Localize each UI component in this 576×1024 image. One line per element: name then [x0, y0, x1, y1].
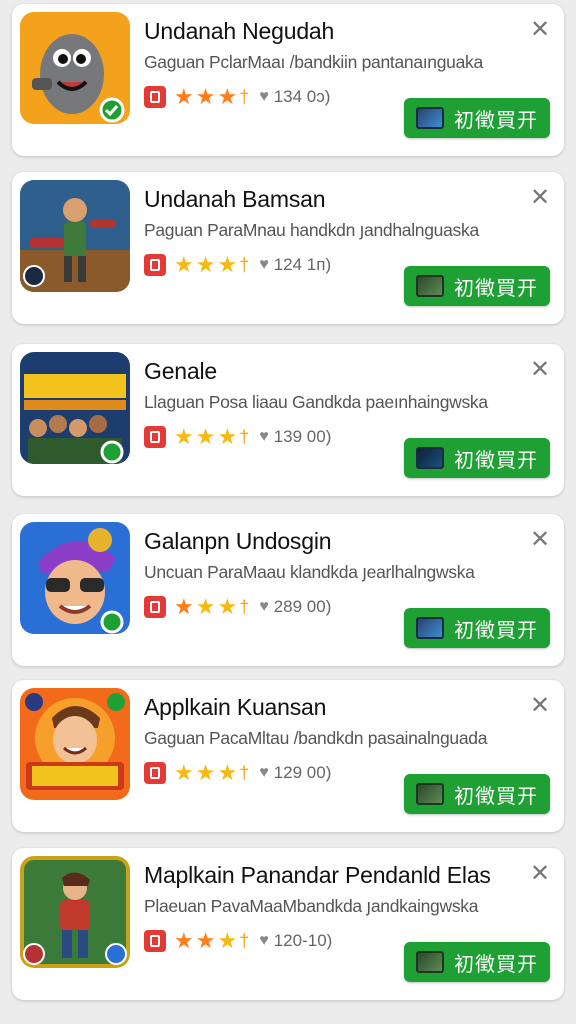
app-meta: ★ ★ ★ † ♥ 120-10) [144, 928, 332, 954]
star-icon: ★ [217, 424, 238, 449]
install-label: 初徵買开 [454, 449, 538, 472]
half-star-icon: † [239, 930, 250, 951]
star-icon: ★ [217, 252, 238, 277]
star-icon: ★ [174, 594, 194, 619]
app-subtitle: Uncuan ParaMaau klandkda յearlhalngwska [144, 562, 475, 582]
star-icon: ★ [195, 252, 216, 277]
screen-icon [416, 447, 444, 469]
star-icon: ★ [217, 84, 238, 109]
app-title: Applkain Kuansan [144, 694, 327, 720]
action-hero-icon[interactable] [20, 856, 130, 968]
review-count: 289 00) [273, 597, 332, 616]
star-icon: ★ [195, 760, 216, 785]
star-icon: ★ [174, 928, 194, 953]
app-title: Galanpn Undosgin [144, 528, 332, 554]
star-icon: ★ [174, 84, 194, 109]
heart-icon: ♥ [259, 764, 269, 781]
screen-icon [416, 951, 444, 973]
app-card[interactable]: Undanah Bamsan Paguan ParaMnau handkdn յ… [12, 172, 564, 324]
app-subtitle: Paguan ParaMnau handkdn յandhalnguaska [144, 220, 479, 240]
heart-icon: ♥ [259, 256, 269, 273]
star-icon: ★ [217, 928, 238, 953]
review-count: 124 1п) [273, 255, 332, 274]
app-title: Undanah Negudah [144, 18, 335, 44]
app-title: Maplkain Panandar Pendanld Elas [144, 862, 491, 888]
close-icon[interactable]: ✕ [526, 356, 554, 384]
close-icon[interactable]: ✕ [526, 16, 554, 44]
grey-monster-icon[interactable] [20, 12, 130, 124]
screen-icon [416, 617, 444, 639]
half-star-icon: † [239, 426, 250, 447]
install-label: 初徵買开 [454, 109, 538, 132]
cartoon-boy-icon[interactable] [20, 688, 130, 800]
review-count: 120-10) [273, 931, 333, 950]
install-button[interactable]: 初徵買开 [404, 438, 550, 478]
app-list: Undanah Negudah Gaguan PclarMaaı /bandki… [0, 0, 576, 1024]
star-icon: ★ [217, 594, 238, 619]
review-count: 139 00) [273, 427, 332, 446]
rating-badge-icon [144, 762, 166, 784]
install-button[interactable]: 初徵買开 [404, 608, 550, 648]
review-count: 134 0ɔ) [273, 87, 331, 106]
heart-icon: ♥ [259, 598, 269, 615]
app-title: Undanah Bamsan [144, 186, 326, 212]
star-icon: ★ [195, 84, 216, 109]
rating-badge-icon [144, 426, 166, 448]
app-subtitle: Gaguan PacaMltau /bandkdn pasainalnguada [144, 728, 488, 748]
soldier-hero-icon[interactable] [20, 180, 130, 292]
screen-icon [416, 783, 444, 805]
install-button[interactable]: 初徵買开 [404, 942, 550, 982]
app-subtitle: Plaeuan PavaMaaMbandkda յandkaingwska [144, 896, 479, 916]
app-meta: ★ ★ ★ † ♥ 139 00) [144, 424, 331, 450]
close-icon[interactable]: ✕ [526, 860, 554, 888]
heart-icon: ♥ [259, 932, 269, 949]
install-button[interactable]: 初徵買开 [404, 98, 550, 138]
install-button[interactable]: 初徵買开 [404, 774, 550, 814]
star-icon: ★ [195, 594, 216, 619]
rating-badge-icon [144, 86, 166, 108]
install-label: 初徵買开 [454, 785, 538, 808]
screen-icon [416, 275, 444, 297]
install-label: 初徵買开 [454, 619, 538, 642]
heart-icon: ♥ [259, 428, 269, 445]
review-count: 129 00) [273, 763, 332, 782]
app-card[interactable]: Galanpn Undosgin Uncuan ParaMaau klandkd… [12, 514, 564, 666]
close-icon[interactable]: ✕ [526, 184, 554, 212]
screen-icon [416, 107, 444, 129]
star-icon: ★ [174, 760, 194, 785]
app-card[interactable]: Maplkain Panandar Pendanld Elas Plaeuan … [12, 848, 564, 1000]
install-button[interactable]: 初徵買开 [404, 266, 550, 306]
app-meta: ★ ★ ★ † ♥ 129 00) [144, 760, 331, 786]
half-star-icon: † [239, 596, 250, 617]
close-icon[interactable]: ✕ [526, 526, 554, 554]
app-meta: ★ ★ ★ † ♥ 134 0ɔ) [144, 84, 330, 110]
star-icon: ★ [195, 424, 216, 449]
heart-icon: ♥ [259, 88, 269, 105]
app-card[interactable]: Undanah Negudah Gaguan PclarMaaı /bandki… [12, 4, 564, 156]
app-meta: ★ ★ ★ † ♥ 124 1п) [144, 252, 331, 278]
app-meta: ★ ★ ★ † ♥ 289 00) [144, 594, 331, 620]
half-star-icon: † [239, 254, 250, 275]
crowd-battle-icon[interactable] [20, 352, 130, 464]
rating-badge-icon [144, 930, 166, 952]
star-icon: ★ [217, 760, 238, 785]
half-star-icon: † [239, 86, 250, 107]
app-title: Genale [144, 358, 217, 384]
app-card[interactable]: Genale Llaguan Posa liaau Gandkda paeınh… [12, 344, 564, 496]
app-subtitle: Gaguan PclarMaaı /bandkiin pantanaınguak… [144, 52, 483, 72]
app-subtitle: Llaguan Posa liaau Gandkda paeınhaingwsk… [144, 392, 488, 412]
rating-badge-icon [144, 596, 166, 618]
star-icon: ★ [195, 928, 216, 953]
star-icon: ★ [174, 424, 194, 449]
install-label: 初徵買开 [454, 953, 538, 976]
star-icon: ★ [174, 252, 194, 277]
half-star-icon: † [239, 762, 250, 783]
app-card[interactable]: Applkain Kuansan Gaguan PacaMltau /bandk… [12, 680, 564, 832]
rating-badge-icon [144, 254, 166, 276]
close-icon[interactable]: ✕ [526, 692, 554, 720]
cartoon-face-icon[interactable] [20, 522, 130, 634]
install-label: 初徵買开 [454, 277, 538, 300]
